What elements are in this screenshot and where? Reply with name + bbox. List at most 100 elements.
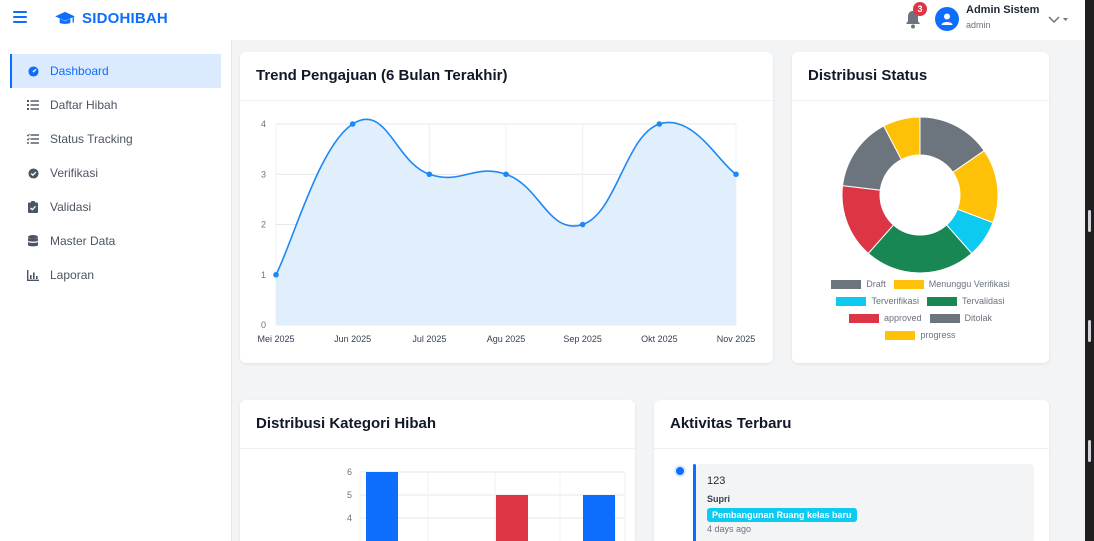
timeline-dot (676, 467, 684, 475)
y-tick-label: 1 (261, 270, 266, 280)
sidebar-item-dashboard[interactable]: Dashboard (10, 54, 221, 88)
legend-swatch (831, 279, 862, 289)
notification-badge: 3 (913, 2, 927, 16)
activity-user: Supri (707, 494, 731, 504)
legend-swatch (893, 279, 924, 289)
activity-card-title: Aktivitas Terbaru (670, 415, 792, 432)
x-tick-label: Okt 2025 (641, 334, 678, 344)
trend-line-chart: 0 1 2 3 4 Mei 2025 Jun 2025 Jul 2025 Agu 2025 Sep… (257, 118, 756, 344)
sidebar-item-status-tracking[interactable]: Status Tracking (10, 122, 221, 156)
legend-item-ditolak[interactable]: Ditolak (929, 313, 993, 323)
sidebar: Dashboard Daftar Hibah Status Tracking V… (0, 40, 232, 541)
legend-row: approved Ditolak (792, 313, 1049, 323)
legend-swatch (848, 313, 879, 323)
list-icon (27, 99, 39, 111)
user-role: admin (966, 20, 991, 30)
trend-card: Trend Pengajuan (6 Bulan Terakhir) 01234… (240, 52, 773, 363)
chart-icon (27, 269, 39, 281)
card-divider (654, 448, 1049, 449)
x-tick-label: Jul 2025 (412, 334, 446, 344)
legend-label: Tervalidasi (961, 296, 1005, 306)
legend-swatch (836, 296, 867, 306)
y-tick-label: 4 (261, 119, 266, 129)
bar (366, 472, 398, 541)
y-tick-label: 0 (261, 320, 266, 330)
data-point (426, 171, 433, 178)
y-tick-label: 2 (261, 220, 266, 230)
bar (496, 495, 528, 541)
sidebar-item-verifikasi[interactable]: Verifikasi (10, 156, 221, 190)
legend-swatch (885, 330, 916, 340)
legend-item-menunggu-verifikasi[interactable]: Menunggu Verifikasi (893, 279, 1010, 289)
bar (583, 495, 615, 541)
database-icon (27, 235, 39, 247)
clipboard-check-icon (27, 201, 39, 213)
chevron-down-icon[interactable] (1046, 11, 1070, 27)
legend-item-progress[interactable]: progress (885, 330, 956, 340)
sidebar-item-label: Dashboard (50, 64, 109, 78)
sidebar-item-label: Status Tracking (50, 132, 133, 146)
category-card: Distribusi Kategori Hibah 456 (240, 400, 635, 541)
legend-label: Draft (866, 279, 886, 289)
card-divider (792, 100, 1049, 101)
data-point (733, 171, 739, 178)
activity-card: Aktivitas Terbaru 123 Supri Pembangunan … (654, 400, 1049, 541)
data-point (349, 121, 356, 127)
status-card: Distribusi Status Draft Menunggu Verifik… (792, 52, 1049, 363)
legend-label: Ditolak (964, 313, 993, 323)
legend-item-terverifikasi[interactable]: Terverifikasi (836, 296, 919, 306)
check-circle-icon (27, 167, 39, 179)
data-point (579, 221, 586, 228)
legend-item-tervalidasi[interactable]: Tervalidasi (926, 296, 1005, 306)
user-avatar[interactable] (935, 7, 959, 31)
y-tick-label: 6 (347, 467, 352, 477)
legend-item-draft[interactable]: Draft (831, 279, 886, 289)
legend-label: approved (883, 313, 922, 323)
hamburger-menu-icon[interactable] (13, 11, 27, 23)
legend-item-approved[interactable]: approved (848, 313, 922, 323)
sidebar-item-validasi[interactable]: Validasi (10, 190, 221, 224)
timeline-line (693, 464, 696, 541)
graduation-cap-icon (55, 11, 75, 24)
legend-row: Draft Menunggu Verifikasi (792, 279, 1049, 289)
sidebar-item-label: Validasi (50, 200, 92, 214)
sidebar-item-label: Verifikasi (50, 166, 99, 180)
sidebar-item-laporan[interactable]: Laporan (10, 258, 221, 292)
sidebar-item-daftar-hibah[interactable]: Daftar Hibah (10, 88, 221, 122)
user-name[interactable]: Admin Sistem (966, 4, 1039, 16)
x-tick-label: Mei 2025 (257, 334, 294, 344)
data-point (656, 121, 663, 127)
status-card-title: Distribusi Status (808, 67, 928, 84)
legend-row: Terverifikasi Tervalidasi (792, 296, 1049, 306)
dashboard-icon (27, 65, 39, 77)
activity-title: 123 (707, 475, 726, 487)
data-point (273, 271, 279, 278)
brand-name: SIDOHIBAH (82, 10, 168, 27)
activity-badge: Pembangunan Ruang kelas baru (707, 508, 857, 522)
sidebar-item-label: Daftar Hibah (50, 98, 118, 112)
list-check-icon (27, 133, 39, 145)
legend-label: Menunggu Verifikasi (928, 279, 1010, 289)
y-tick-label: 4 (347, 513, 352, 523)
brand[interactable]: SIDOHIBAH (54, 10, 168, 27)
x-tick-label: Sep 2025 (563, 334, 602, 344)
x-tick-label: Nov 2025 (717, 334, 756, 344)
legend-row: progress (792, 330, 1049, 340)
activity-time: 4 days ago (707, 524, 752, 534)
x-tick-label: Jun 2025 (334, 334, 371, 344)
user-icon (941, 13, 953, 25)
y-tick-label: 5 (347, 490, 352, 500)
activity-item[interactable]: 123 Supri Pembangunan Ruang kelas baru 4… (696, 464, 1034, 541)
sidebar-item-label: Laporan (50, 268, 95, 282)
y-tick-label: 3 (261, 169, 266, 179)
window-edge (1085, 0, 1094, 541)
data-point (503, 171, 509, 178)
sidebar-item-master-data[interactable]: Master Data (10, 224, 221, 258)
legend-label: Terverifikasi (871, 296, 919, 306)
legend-swatch (926, 296, 957, 306)
category-bar-chart: 4 5 6 (347, 467, 626, 541)
x-tick-label: Agu 2025 (487, 334, 526, 344)
legend-label: progress (920, 330, 956, 340)
top-header: SIDOHIBAH 3 Admin Sistem admin (0, 0, 1085, 40)
sidebar-item-label: Master Data (50, 234, 116, 248)
